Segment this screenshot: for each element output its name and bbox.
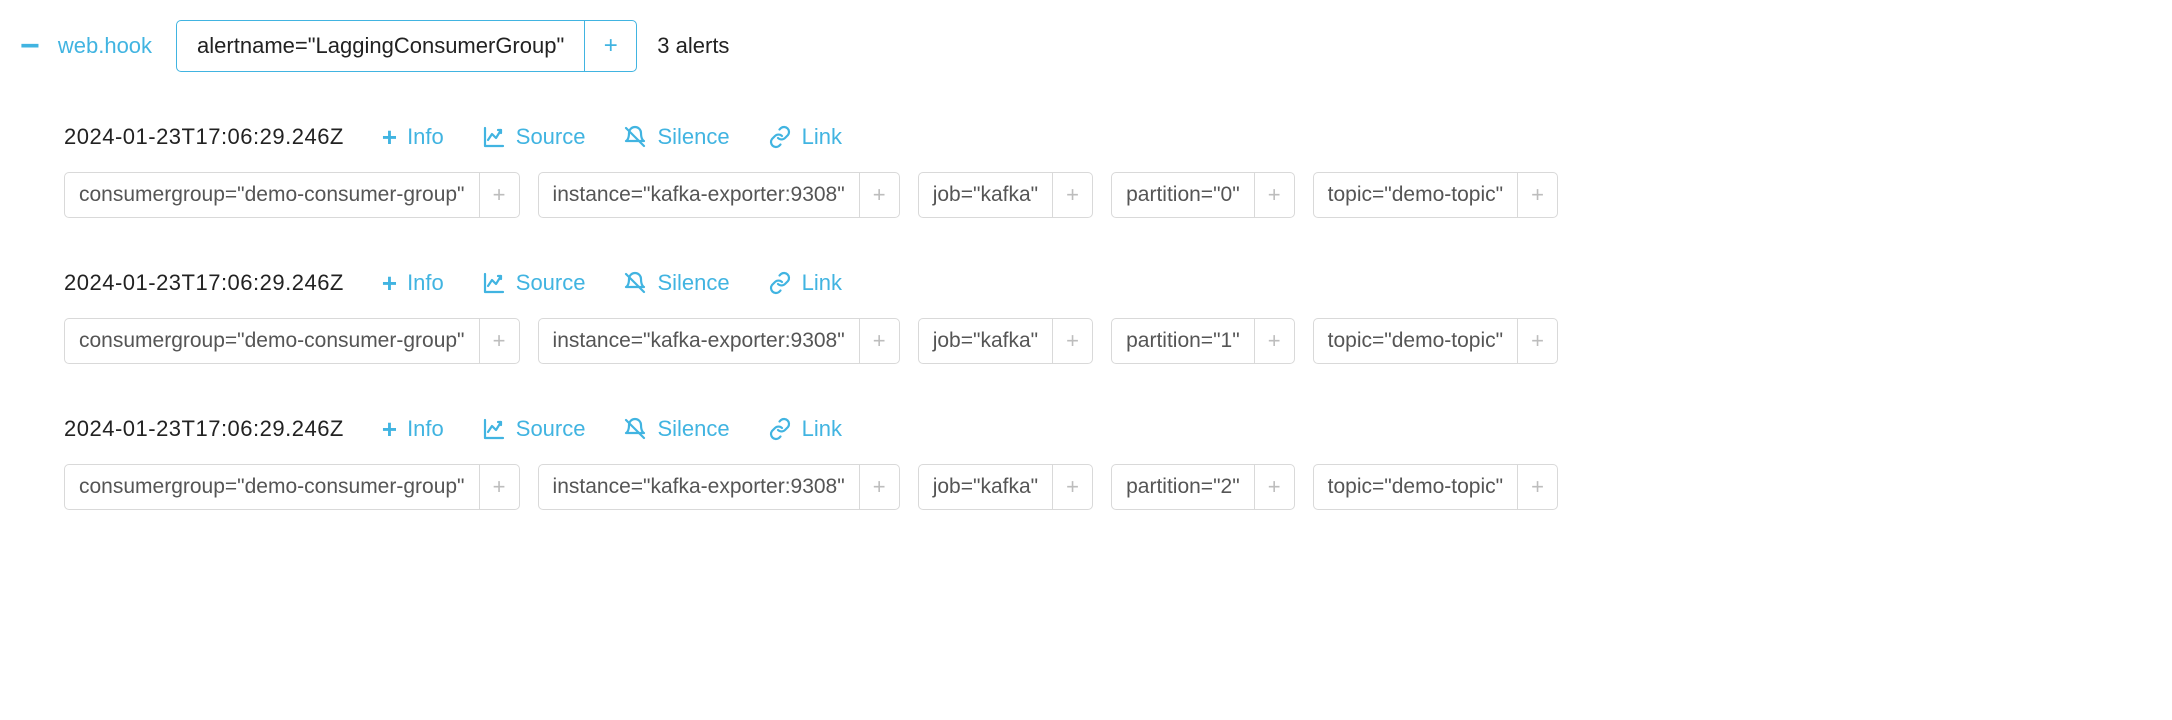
label-add-button[interactable]: +: [1517, 465, 1557, 509]
label-add-button[interactable]: +: [859, 465, 899, 509]
label-text[interactable]: consumergroup="demo-consumer-group": [65, 465, 479, 509]
label-text[interactable]: partition="0": [1112, 173, 1254, 217]
silence-label: Silence: [657, 124, 729, 150]
label-add-button[interactable]: +: [859, 319, 899, 363]
info-label: Info: [407, 124, 444, 150]
chart-line-icon: [482, 125, 506, 149]
label-chip: consumergroup="demo-consumer-group" +: [64, 172, 520, 218]
link-label: Link: [802, 270, 842, 296]
label-text[interactable]: consumergroup="demo-consumer-group": [65, 173, 479, 217]
collapse-toggle[interactable]: −: [18, 38, 42, 55]
alert-block: 2024-01-23T17:06:29.246Z + Info Source: [18, 416, 2154, 510]
label-chip: job="kafka" +: [918, 172, 1093, 218]
source-button[interactable]: Source: [482, 124, 586, 150]
silence-label: Silence: [657, 416, 729, 442]
chart-line-icon: [482, 417, 506, 441]
info-button[interactable]: + Info: [382, 416, 444, 442]
link-icon: [768, 417, 792, 441]
group-filter-chip: alertname="LaggingConsumerGroup" +: [176, 20, 637, 72]
bell-off-icon: [623, 417, 647, 441]
info-label: Info: [407, 416, 444, 442]
link-button[interactable]: Link: [768, 270, 842, 296]
label-text[interactable]: job="kafka": [919, 319, 1052, 363]
label-add-button[interactable]: +: [1052, 465, 1092, 509]
link-button[interactable]: Link: [768, 124, 842, 150]
label-text[interactable]: topic="demo-topic": [1314, 465, 1517, 509]
silence-button[interactable]: Silence: [623, 124, 729, 150]
label-chip: partition="0" +: [1111, 172, 1295, 218]
label-chip: instance="kafka-exporter:9308" +: [538, 318, 900, 364]
alert-timestamp: 2024-01-23T17:06:29.246Z: [64, 124, 344, 150]
link-label: Link: [802, 416, 842, 442]
label-chip: topic="demo-topic" +: [1313, 318, 1558, 364]
add-filter-button[interactable]: +: [584, 21, 636, 71]
link-label: Link: [802, 124, 842, 150]
label-chip: job="kafka" +: [918, 464, 1093, 510]
silence-button[interactable]: Silence: [623, 416, 729, 442]
label-chip: topic="demo-topic" +: [1313, 464, 1558, 510]
label-add-button[interactable]: +: [1517, 173, 1557, 217]
label-chip: topic="demo-topic" +: [1313, 172, 1558, 218]
source-button[interactable]: Source: [482, 270, 586, 296]
label-add-button[interactable]: +: [1254, 173, 1294, 217]
source-label: Source: [516, 416, 586, 442]
alert-timestamp: 2024-01-23T17:06:29.246Z: [64, 416, 344, 442]
label-add-button[interactable]: +: [1052, 173, 1092, 217]
label-text[interactable]: topic="demo-topic": [1314, 319, 1517, 363]
label-text[interactable]: instance="kafka-exporter:9308": [539, 465, 859, 509]
label-chip: job="kafka" +: [918, 318, 1093, 364]
silence-label: Silence: [657, 270, 729, 296]
label-add-button[interactable]: +: [859, 173, 899, 217]
label-add-button[interactable]: +: [479, 319, 519, 363]
chart-line-icon: [482, 271, 506, 295]
alert-block: 2024-01-23T17:06:29.246Z + Info Source: [18, 124, 2154, 218]
alert-block: 2024-01-23T17:06:29.246Z + Info Source: [18, 270, 2154, 364]
label-text[interactable]: consumergroup="demo-consumer-group": [65, 319, 479, 363]
link-icon: [768, 125, 792, 149]
source-label: Source: [516, 124, 586, 150]
receiver-name[interactable]: web.hook: [58, 33, 152, 59]
group-filter-label[interactable]: alertname="LaggingConsumerGroup": [177, 21, 584, 71]
label-add-button[interactable]: +: [1517, 319, 1557, 363]
label-chip: consumergroup="demo-consumer-group" +: [64, 464, 520, 510]
label-chip: partition="2" +: [1111, 464, 1295, 510]
label-text[interactable]: partition="2": [1112, 465, 1254, 509]
bell-off-icon: [623, 271, 647, 295]
label-chip: consumergroup="demo-consumer-group" +: [64, 318, 520, 364]
link-button[interactable]: Link: [768, 416, 842, 442]
info-button[interactable]: + Info: [382, 124, 444, 150]
label-text[interactable]: instance="kafka-exporter:9308": [539, 173, 859, 217]
label-chip: instance="kafka-exporter:9308" +: [538, 464, 900, 510]
label-text[interactable]: job="kafka": [919, 465, 1052, 509]
label-add-button[interactable]: +: [1254, 465, 1294, 509]
label-add-button[interactable]: +: [1052, 319, 1092, 363]
info-button[interactable]: + Info: [382, 270, 444, 296]
info-label: Info: [407, 270, 444, 296]
label-text[interactable]: instance="kafka-exporter:9308": [539, 319, 859, 363]
labels-row: consumergroup="demo-consumer-group" + in…: [64, 464, 2154, 510]
label-text[interactable]: topic="demo-topic": [1314, 173, 1517, 217]
label-add-button[interactable]: +: [479, 173, 519, 217]
source-label: Source: [516, 270, 586, 296]
link-icon: [768, 271, 792, 295]
label-add-button[interactable]: +: [479, 465, 519, 509]
label-add-button[interactable]: +: [1254, 319, 1294, 363]
labels-row: consumergroup="demo-consumer-group" + in…: [64, 172, 2154, 218]
alert-count: 3 alerts: [657, 33, 729, 59]
label-text[interactable]: job="kafka": [919, 173, 1052, 217]
source-button[interactable]: Source: [482, 416, 586, 442]
label-chip: partition="1" +: [1111, 318, 1295, 364]
label-chip: instance="kafka-exporter:9308" +: [538, 172, 900, 218]
label-text[interactable]: partition="1": [1112, 319, 1254, 363]
alert-timestamp: 2024-01-23T17:06:29.246Z: [64, 270, 344, 296]
bell-off-icon: [623, 125, 647, 149]
labels-row: consumergroup="demo-consumer-group" + in…: [64, 318, 2154, 364]
silence-button[interactable]: Silence: [623, 270, 729, 296]
